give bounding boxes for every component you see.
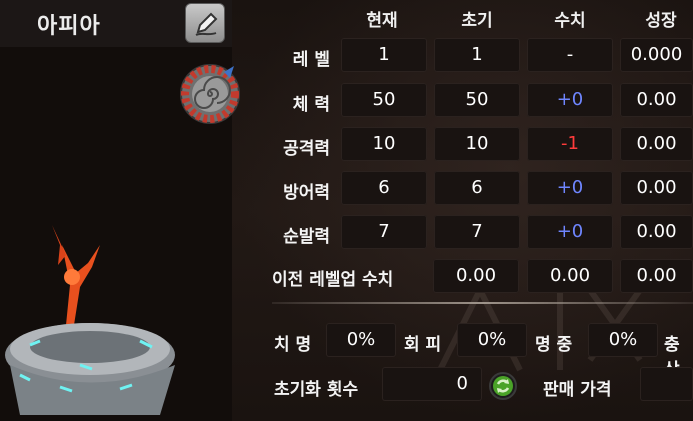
level-delta: - bbox=[527, 38, 613, 72]
column-header-delta: 수치 bbox=[554, 11, 586, 31]
evasion-label: 회 피 bbox=[404, 335, 442, 355]
agility-delta: +0 bbox=[527, 215, 613, 249]
attack-growth: 0.00 bbox=[620, 127, 693, 161]
row-label-attack: 공격력 bbox=[283, 139, 330, 159]
hp-initial: 50 bbox=[434, 83, 520, 117]
attack-delta: -1 bbox=[527, 127, 613, 161]
reset-count-label: 초기화 횟수 bbox=[274, 380, 359, 400]
sale-price-label: 판매 가격 bbox=[543, 380, 612, 400]
defense-current: 6 bbox=[341, 171, 427, 205]
agility-growth: 0.00 bbox=[620, 215, 693, 249]
reset-button[interactable] bbox=[489, 372, 517, 400]
attack-current: 10 bbox=[341, 127, 427, 161]
pencil-icon bbox=[195, 12, 218, 36]
prev-levelup-value-1: 0.00 bbox=[433, 259, 519, 293]
prev-levelup-label: 이전 레벨업 수치 bbox=[272, 270, 394, 290]
agility-current: 7 bbox=[341, 215, 427, 249]
crit-value: 0% bbox=[326, 323, 396, 357]
column-header-growth: 성장 bbox=[645, 11, 677, 31]
agility-initial: 7 bbox=[434, 215, 520, 249]
level-current: 1 bbox=[341, 38, 427, 72]
column-header-initial: 초기 bbox=[461, 11, 493, 31]
defense-growth: 0.00 bbox=[620, 171, 693, 205]
section-divider bbox=[272, 302, 693, 304]
column-header-current: 현재 bbox=[366, 11, 398, 31]
accuracy-label: 명 중 bbox=[535, 335, 573, 355]
hp-growth: 0.00 bbox=[620, 83, 693, 117]
row-label-level: 레 벨 bbox=[292, 50, 330, 70]
crit-label: 치 명 bbox=[274, 335, 312, 355]
refresh-icon bbox=[493, 376, 513, 396]
defense-initial: 6 bbox=[434, 171, 520, 205]
accuracy-value: 0% bbox=[588, 323, 658, 357]
hp-delta: +0 bbox=[527, 83, 613, 117]
row-label-agility: 순발력 bbox=[283, 227, 330, 247]
evasion-value: 0% bbox=[457, 323, 527, 357]
attack-initial: 10 bbox=[434, 127, 520, 161]
spiral-emblem-icon[interactable] bbox=[178, 62, 242, 126]
sale-price-value bbox=[640, 367, 693, 401]
character-pedestal bbox=[5, 225, 175, 415]
level-growth: 0.000 bbox=[620, 38, 693, 72]
row-label-defense: 방어력 bbox=[283, 183, 330, 203]
hp-current: 50 bbox=[341, 83, 427, 117]
rename-button[interactable] bbox=[185, 3, 225, 43]
character-name: 아피아 bbox=[37, 14, 101, 39]
prev-levelup-value-3: 0.00 bbox=[620, 259, 693, 293]
prev-levelup-value-2: 0.00 bbox=[527, 259, 613, 293]
character-sprite bbox=[52, 225, 100, 333]
reset-count-value: 0 bbox=[382, 367, 482, 401]
defense-delta: +0 bbox=[527, 171, 613, 205]
level-initial: 1 bbox=[434, 38, 520, 72]
row-label-hp: 체 력 bbox=[292, 95, 330, 115]
